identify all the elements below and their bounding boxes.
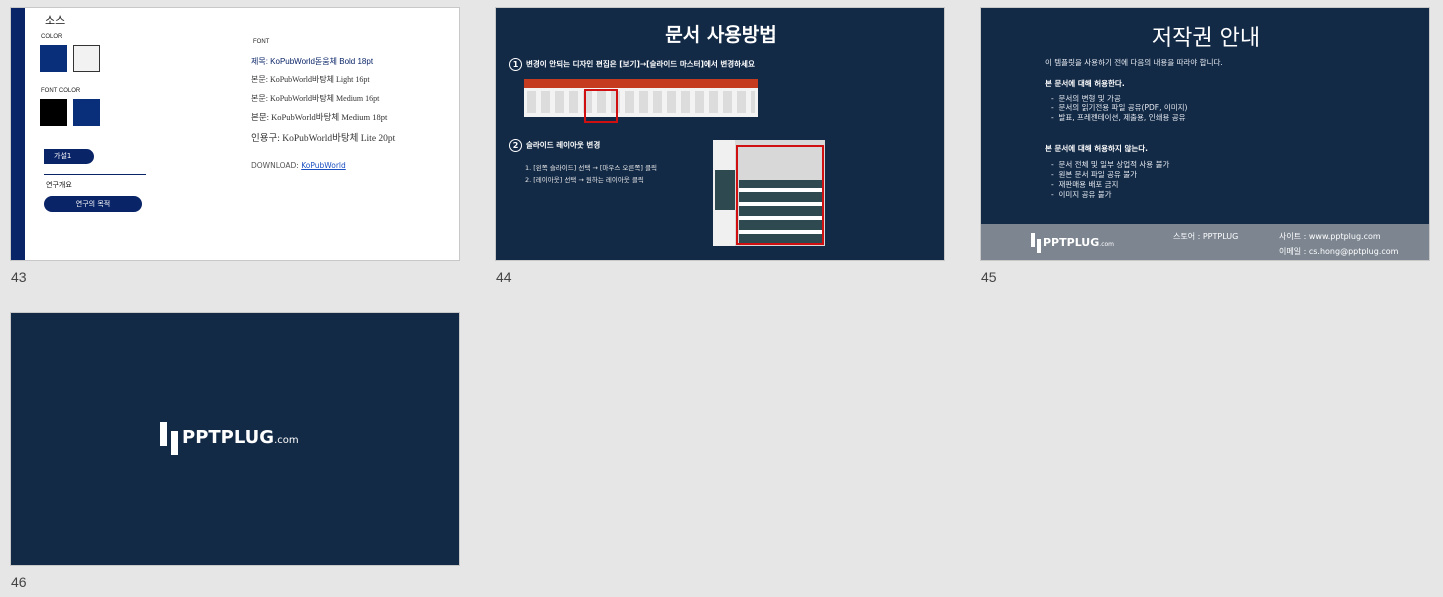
pptplug-logo-text: PPTPLUG.com [182, 427, 299, 448]
step-2: 2 슬라이드 레이아웃 변경 [509, 139, 600, 152]
denied-item-4: - 이미지 공유 불가 [1051, 190, 1112, 199]
slide-thumbnail-43[interactable]: 소스 COLOR FONT COLOR FONT 제목: KoPubWorld돋… [10, 7, 460, 261]
slide-thumbnail-45[interactable]: 저작권 안내 이 템플릿을 사용하기 전에 다음의 내용을 따라야 합니다. 본… [980, 7, 1430, 261]
layout-screenshot [713, 140, 825, 246]
font-line-body-medium: 본문: KoPubWorld바탕체 Medium 16pt [251, 94, 380, 103]
slide-title: 문서 사용방법 [665, 24, 777, 46]
pptplug-logo-icon [1031, 233, 1041, 253]
layout-highlight [736, 145, 824, 245]
step-2-number: 2 [509, 139, 522, 152]
pptplug-logo-text: PPTPLUG.com [1043, 236, 1115, 249]
font-line-quote: 인용구: KoPubWorld바탕체 Lite 20pt [251, 134, 396, 144]
ribbon-buttons [527, 91, 755, 113]
step-1-number: 1 [509, 58, 522, 71]
divider-line [44, 174, 146, 175]
slide-thumbnail-46[interactable]: PPTPLUG.com [10, 312, 460, 566]
font-label: FONT [253, 39, 270, 45]
font-line-body-light: 본문: KoPubWorld바탕체 Light 16pt [251, 75, 370, 84]
ribbon-tab-bar [524, 79, 758, 88]
pptplug-logo-icon [160, 422, 178, 455]
step-1-text: 변경이 안되는 디자인 편집은 [보기]→[슬라이드 마스터]에서 변경하세요 [526, 59, 755, 69]
denied-heading: 본 문서에 대해 허용하지 않는다. [1045, 144, 1148, 153]
font-line-body-medium-18: 본문: KoPubWorld바탕체 Medium 18pt [251, 112, 388, 122]
slide-master-highlight [584, 89, 618, 123]
hypothesis-pill: 가설1 [44, 149, 94, 164]
intro-text: 이 템플릿을 사용하기 전에 다음의 내용을 따라야 합니다. [1045, 58, 1223, 67]
ribbon-screenshot [524, 79, 758, 123]
slide-sidebar-bar [11, 8, 25, 260]
research-overview-label: 연구개요 [46, 181, 72, 189]
layout-thumb-dark [715, 170, 735, 210]
slide-number-43: 43 [11, 269, 27, 285]
slide-title: 소스 [45, 14, 66, 27]
light-swatch [73, 45, 100, 72]
slide-number-46: 46 [11, 574, 27, 590]
black-swatch [40, 99, 67, 126]
site-text: 사이트 : www.pptplug.com [1279, 232, 1381, 241]
navy-font-swatch [73, 99, 100, 126]
color-label: COLOR [41, 34, 63, 40]
allowed-item-3: - 발표, 프레젠테이션, 제출용, 인쇄용 공유 [1051, 113, 1186, 122]
slide-number-45: 45 [981, 269, 997, 285]
font-color-label: FONT COLOR [41, 88, 81, 94]
step-2-sub-1: 1. [왼쪽 슬라이드] 선택 → [마우스 오른쪽] 클릭 [525, 164, 657, 172]
email-text: 이메일 : cs.hong@pptplug.com [1279, 247, 1399, 256]
font-line-title: 제목: KoPubWorld돋움체 Bold 18pt [251, 57, 374, 66]
kopubworld-link[interactable]: KoPubWorld [301, 161, 346, 170]
allowed-heading: 본 문서에 대해 허용한다. [1045, 79, 1125, 88]
store-text: 스토어 : PPTPLUG [1173, 232, 1239, 241]
slide-title: 저작권 안내 [1151, 26, 1261, 51]
navy-swatch [40, 45, 67, 72]
step-2-sub-2: 2. [레이아웃] 선택 → 원하는 레이아웃 클릭 [525, 176, 644, 184]
footer-bar: PPTPLUG.com 스토어 : PPTPLUG 사이트 : www.pptp… [981, 224, 1429, 260]
download-line: DOWNLOAD: KoPubWorld [251, 161, 346, 170]
step-2-text: 슬라이드 레이아웃 변경 [526, 140, 601, 150]
download-label: DOWNLOAD: [251, 161, 299, 170]
slide-thumbnail-44[interactable]: 문서 사용방법 1 변경이 안되는 디자인 편집은 [보기]→[슬라이드 마스터]… [495, 7, 945, 261]
research-purpose-pill: 연구의 목적 [44, 196, 142, 212]
slide-number-44: 44 [496, 269, 512, 285]
step-1: 1 변경이 안되는 디자인 편집은 [보기]→[슬라이드 마스터]에서 변경하세요 [509, 58, 755, 71]
